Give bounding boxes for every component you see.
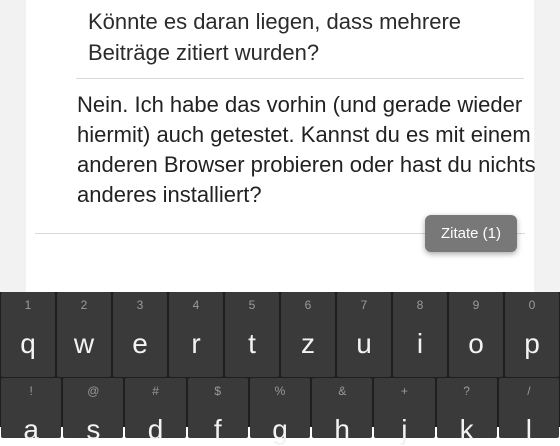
key-hint: + <box>400 384 408 398</box>
key-hint: 7 <box>360 298 368 312</box>
key-hint: # <box>152 384 159 398</box>
key-g[interactable]: % g <box>249 378 311 445</box>
key-hint: 0 <box>528 298 536 312</box>
key-r[interactable]: 4r <box>169 292 223 377</box>
key-label: l <box>525 414 532 445</box>
key-hint: / <box>527 384 531 398</box>
key-label: t <box>248 328 256 359</box>
key-label: g <box>272 414 288 445</box>
key-hint: $ <box>214 384 222 398</box>
key-s[interactable]: @ s <box>63 378 124 445</box>
key-hint: 1 <box>24 298 32 312</box>
key-label: i <box>416 328 424 359</box>
key-hint: 9 <box>472 298 480 312</box>
key-hint: % <box>274 384 286 398</box>
key-hint: 8 <box>416 298 424 312</box>
key-label: w <box>73 328 95 359</box>
key-u[interactable]: 7u <box>337 292 391 377</box>
key-label: e <box>132 328 148 359</box>
keyboard-row-1: 1q 2w 3e 4r 5t 6z 7u 8i 9o 0p <box>0 292 560 377</box>
key-label: f <box>213 414 222 445</box>
key-hint: @ <box>87 384 100 398</box>
key-label: j <box>401 414 408 445</box>
post-divider <box>76 78 524 79</box>
keyboard-row-2: ! a @ s # d $ f % g & h + j ? k / l <box>0 378 560 445</box>
key-w[interactable]: 2w <box>57 292 111 377</box>
key-l[interactable]: / l <box>498 378 559 445</box>
quoted-post-text: Könnte es daran liegen, dass mehrere Bei… <box>88 9 462 65</box>
key-hint: & <box>338 384 347 398</box>
key-hint: 5 <box>248 298 256 312</box>
key-z[interactable]: 6z <box>281 292 335 377</box>
key-label: q <box>20 328 36 359</box>
key-hint: ? <box>463 384 470 398</box>
on-screen-keyboard: 1q 2w 3e 4r 5t 6z 7u 8i 9o 0p ! a @ s # d $… <box>0 292 560 445</box>
key-i[interactable]: 8i <box>393 292 447 377</box>
key-a[interactable]: ! a <box>1 378 62 445</box>
key-h[interactable]: & h <box>312 378 373 445</box>
key-label: s <box>86 414 101 445</box>
key-label: d <box>147 414 164 445</box>
key-label: o <box>468 328 484 359</box>
key-hint: 2 <box>80 298 88 312</box>
reply-post-text: Nein. Ich habe das vorhin (und gerade wi… <box>77 92 536 207</box>
key-o[interactable]: 9o <box>449 292 503 377</box>
key-q[interactable]: 1q <box>1 292 55 377</box>
key-label: h <box>334 414 350 445</box>
quotes-button[interactable]: Zitate (1) <box>425 215 517 252</box>
thread-view: Könnte es daran liegen, dass mehrere Bei… <box>0 0 560 292</box>
key-hint: 4 <box>192 298 200 312</box>
key-hint: ! <box>29 384 33 398</box>
key-label: u <box>356 328 372 359</box>
key-hint: 3 <box>136 298 144 312</box>
key-hint: 6 <box>304 298 312 312</box>
key-label: r <box>191 328 201 359</box>
key-d[interactable]: # d <box>125 378 186 445</box>
key-label: z <box>301 328 315 359</box>
key-f[interactable]: $ f <box>187 378 248 445</box>
key-k[interactable]: ? k <box>436 378 497 445</box>
key-e[interactable]: 3e <box>113 292 167 377</box>
key-j[interactable]: + j <box>374 378 435 445</box>
key-p[interactable]: 0p <box>505 292 559 377</box>
key-t[interactable]: 5t <box>225 292 279 377</box>
key-label: p <box>524 328 540 359</box>
key-label: k <box>459 414 474 445</box>
key-label: a <box>23 414 39 445</box>
